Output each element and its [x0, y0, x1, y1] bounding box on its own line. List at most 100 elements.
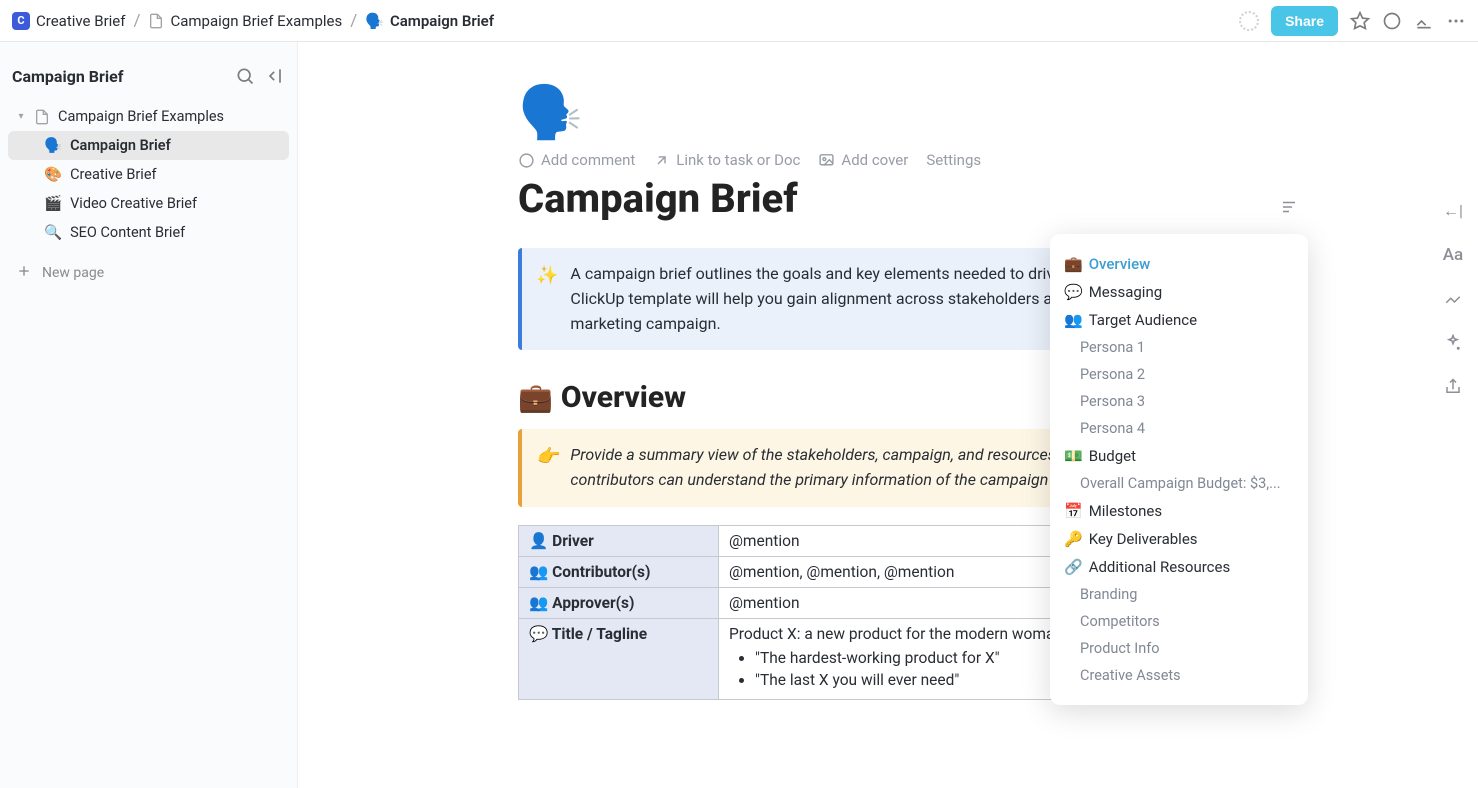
toc-item[interactable]: 🔗 Additional Resources	[1064, 553, 1294, 581]
settings-action[interactable]: Settings	[926, 151, 981, 169]
toc-label: Overview	[1089, 255, 1151, 273]
breadcrumb-mid-label: Campaign Brief Examples	[170, 12, 342, 30]
search-icon[interactable]	[235, 66, 255, 86]
sidebar-item[interactable]: 🎨 Creative Brief	[8, 160, 289, 189]
item-icon: 🎨	[44, 166, 62, 183]
row-label: 💬 Title / Tagline	[519, 618, 719, 699]
overview-heading-text: Overview	[561, 380, 686, 415]
speaking-head-icon: 🗣️	[365, 12, 384, 30]
settings-label: Settings	[926, 151, 981, 169]
item-icon: 🎬	[44, 195, 62, 212]
toc-icon: 💵	[1064, 447, 1083, 465]
caret-down-icon: ▾	[16, 111, 26, 122]
toc-subitem[interactable]: Persona 2	[1064, 361, 1294, 388]
toc-subitem[interactable]: Persona 1	[1064, 334, 1294, 361]
item-label: Creative Brief	[70, 166, 156, 183]
sidebar-root-label: Campaign Brief Examples	[58, 108, 224, 125]
link-task-label: Link to task or Doc	[676, 151, 800, 169]
toc-item[interactable]: 💼 Overview	[1064, 250, 1294, 278]
toc-icon: 🔗	[1064, 558, 1083, 576]
suggest-icon[interactable]	[1442, 288, 1464, 310]
collapse-sidebar-icon[interactable]	[265, 66, 285, 86]
sidebar-header: Campaign Brief	[8, 58, 289, 98]
more-icon[interactable]	[1446, 11, 1466, 31]
toc-popover: 💼 Overview 💬 Messaging 👥 Target Audience Perso…	[1050, 234, 1308, 705]
share-rail-icon[interactable]	[1442, 376, 1464, 398]
expand-rail-icon[interactable]: ←|	[1442, 200, 1464, 222]
breadcrumb-mid[interactable]: Campaign Brief Examples	[148, 12, 342, 30]
plus-icon	[16, 263, 32, 283]
add-comment-action[interactable]: Add comment	[518, 151, 635, 169]
toc-subitem[interactable]: Persona 3	[1064, 388, 1294, 415]
doc-icon	[148, 13, 164, 29]
toc-item[interactable]: 🔑 Key Deliverables	[1064, 525, 1294, 553]
toc-item[interactable]: 📅 Milestones	[1064, 497, 1294, 525]
sidebar-item[interactable]: 🗣️ Campaign Brief	[8, 131, 289, 160]
main-content: ←| Aa 🗣️ Add comment Link to ta	[298, 42, 1478, 788]
toc-icon: 👥	[1064, 311, 1083, 329]
sidebar-tree: ▾ Campaign Brief Examples 🗣️ Campaign Bri…	[8, 102, 289, 247]
toc-icon: 🔑	[1064, 530, 1083, 548]
toc-label: Target Audience	[1089, 311, 1197, 329]
toc-item[interactable]: 👥 Target Audience	[1064, 306, 1294, 334]
page-actions: Add comment Link to task or Doc Add cove…	[518, 151, 1298, 169]
toc-label: Additional Resources	[1089, 558, 1231, 576]
breadcrumb-separator: /	[348, 11, 359, 31]
topbar-actions: Share	[1239, 6, 1466, 36]
breadcrumb-root[interactable]: C Creative Brief	[12, 12, 125, 30]
new-page-label: New page	[42, 265, 104, 281]
add-cover-label: Add cover	[841, 151, 908, 169]
toc-label: Messaging	[1089, 283, 1162, 301]
breadcrumb-root-label: Creative Brief	[36, 12, 125, 30]
item-icon: 🔍	[44, 224, 62, 241]
item-label: SEO Content Brief	[70, 224, 185, 241]
toc-subitem[interactable]: Product Info	[1064, 635, 1294, 662]
sidebar-root-item[interactable]: ▾ Campaign Brief Examples	[8, 102, 289, 131]
breadcrumb-separator: /	[131, 11, 142, 31]
doc-icon	[34, 109, 50, 125]
toc-subitem[interactable]: Overall Campaign Budget: $3,...	[1064, 470, 1294, 497]
toc-icon: 💼	[1064, 255, 1083, 273]
right-rail: ←| Aa	[1442, 200, 1464, 398]
toc-subitem[interactable]: Persona 4	[1064, 415, 1294, 442]
toc-subitem[interactable]: Creative Assets	[1064, 662, 1294, 689]
row-label: 👥 Approver(s)	[519, 587, 719, 618]
toc-label: Key Deliverables	[1089, 530, 1198, 548]
record-icon[interactable]	[1239, 11, 1259, 31]
toc-subitem[interactable]: Branding	[1064, 581, 1294, 608]
sidebar-item[interactable]: 🎬 Video Creative Brief	[8, 189, 289, 218]
toc-label: Budget	[1089, 447, 1136, 465]
toc-item[interactable]: 💵 Budget	[1064, 442, 1294, 470]
ai-icon[interactable]	[1442, 332, 1464, 354]
topbar: C Creative Brief / Campaign Brief Exampl…	[0, 0, 1478, 42]
row-label: 👤 Driver	[519, 525, 719, 556]
item-label: Video Creative Brief	[70, 195, 197, 212]
item-icon: 🗣️	[44, 137, 62, 154]
page-emoji-icon[interactable]: 🗣️	[518, 82, 1298, 143]
link-task-action[interactable]: Link to task or Doc	[653, 151, 800, 169]
pointing-icon: 👉	[536, 443, 558, 493]
add-cover-action[interactable]: Add cover	[818, 151, 908, 169]
star-icon[interactable]	[1350, 11, 1370, 31]
toc-icon: 💬	[1064, 283, 1083, 301]
item-label: Campaign Brief	[70, 137, 171, 154]
toc-label: Milestones	[1089, 502, 1162, 520]
breadcrumb-current[interactable]: 🗣️ Campaign Brief	[365, 12, 494, 30]
toc-subitem[interactable]: Competitors	[1064, 608, 1294, 635]
share-button[interactable]: Share	[1271, 6, 1338, 36]
sidebar-item[interactable]: 🔍 SEO Content Brief	[8, 218, 289, 247]
add-comment-label: Add comment	[541, 151, 635, 169]
briefcase-icon: 💼	[518, 381, 553, 414]
page-title[interactable]: Campaign Brief	[518, 175, 1298, 222]
new-page-button[interactable]: New page	[8, 253, 289, 293]
sidebar-title: Campaign Brief	[12, 67, 123, 86]
chat-icon[interactable]	[1382, 11, 1402, 31]
download-icon[interactable]	[1414, 11, 1434, 31]
breadcrumb: C Creative Brief / Campaign Brief Exampl…	[12, 11, 494, 31]
sparkles-icon: ✨	[536, 262, 558, 336]
row-label: 👥 Contributor(s)	[519, 556, 719, 587]
typography-icon[interactable]: Aa	[1442, 244, 1464, 266]
sidebar: Campaign Brief ▾ Campaign Brief Examples…	[0, 42, 298, 788]
toc-item[interactable]: 💬 Messaging	[1064, 278, 1294, 306]
toc-icon: 📅	[1064, 502, 1083, 520]
